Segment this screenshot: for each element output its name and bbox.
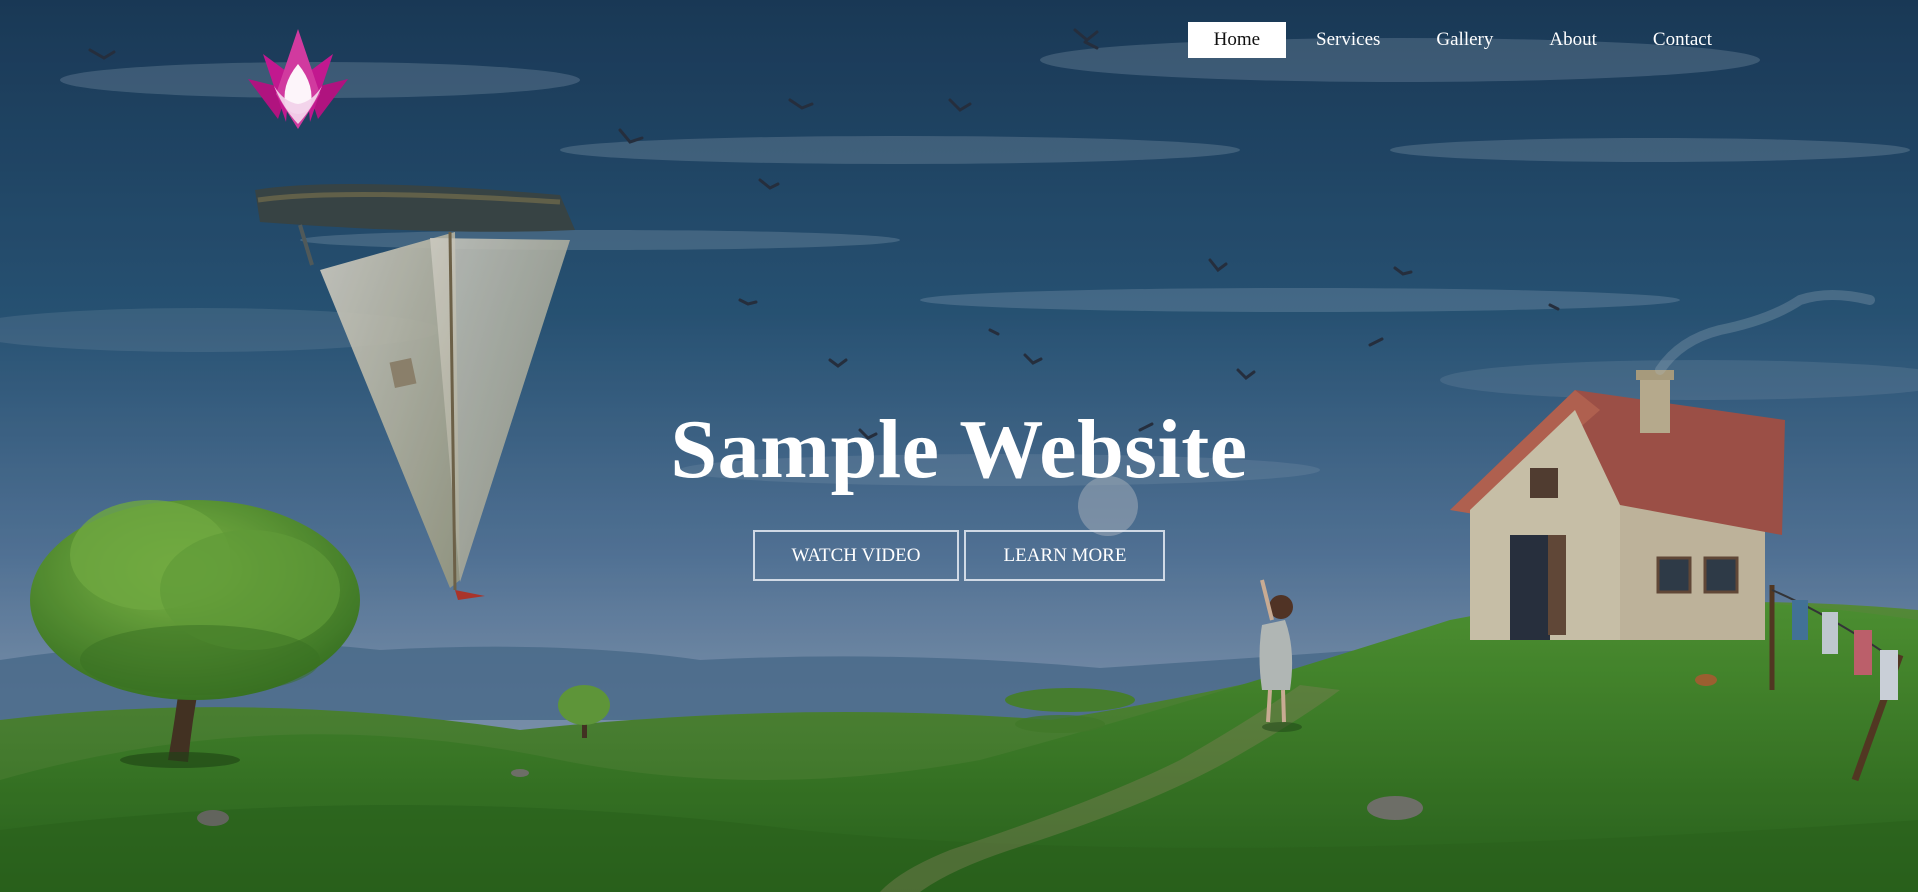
lotus-icon[interactable] (228, 24, 368, 136)
nav-item-home[interactable]: Home (1187, 22, 1287, 58)
main-navigation: Home Services Gallery About Contact (1184, 22, 1738, 58)
nav-item-gallery[interactable]: Gallery (1410, 22, 1519, 58)
nav-item-services[interactable]: Services (1290, 22, 1406, 58)
hero-title: Sample Website (670, 403, 1248, 496)
watch-video-button[interactable]: WATCH VIDEO (752, 530, 960, 581)
learn-more-button[interactable]: LEARN MORE (964, 530, 1166, 581)
hero-buttons: WATCH VIDEO LEARN MORE (0, 530, 1918, 581)
hero-section: Home Services Gallery About Contact Samp… (0, 0, 1918, 892)
nav-item-contact[interactable]: Contact (1627, 22, 1738, 58)
hero-content: Sample Website WATCH VIDEO LEARN MORE (0, 400, 1918, 581)
nav-item-about[interactable]: About (1523, 22, 1623, 58)
